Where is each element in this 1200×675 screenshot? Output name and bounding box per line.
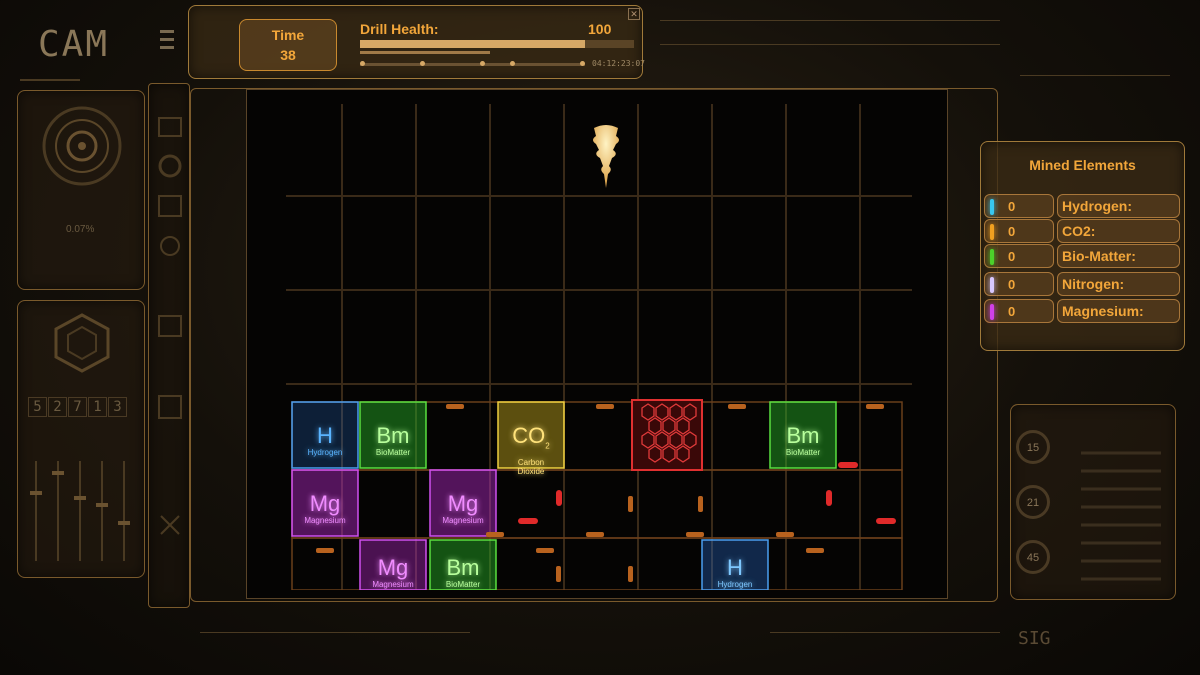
time-value: 38 [280, 47, 296, 63]
element-label: Magnesium: [1057, 299, 1180, 323]
diagnostic-lines [1081, 451, 1161, 581]
element-label: Nitrogen: [1057, 272, 1180, 296]
tile-name: BioMatter [445, 580, 481, 589]
tile-name: BioMatter [785, 448, 821, 457]
element-label: CO2: [1057, 219, 1180, 243]
timeline-dot [580, 61, 585, 66]
brand-logo: CAM [38, 24, 110, 65]
divider [20, 79, 80, 81]
tile-magnesium[interactable]: Mg Magnesium [430, 470, 496, 536]
time-box: Time 38 [239, 19, 337, 71]
count-value: 0 [1008, 249, 1016, 264]
control-panel: 52713 [17, 300, 145, 578]
color-swatch [990, 304, 994, 320]
tile-symbol: CO2 [498, 425, 564, 457]
count-value: 0 [1008, 199, 1016, 214]
tile-symbol: Mg [309, 491, 341, 516]
time-label: Time [271, 27, 305, 43]
color-swatch [990, 199, 994, 215]
tile-symbol: H [317, 423, 333, 448]
tile-magnesium[interactable]: Mg Magnesium [292, 470, 358, 536]
slider-group[interactable] [18, 451, 146, 571]
hex-icon [54, 313, 110, 373]
status-bar: Time 38 Drill Health: 100 04:12:23:07 ✕ [188, 5, 645, 79]
divider [1020, 75, 1170, 76]
tile-symbol: Mg [377, 555, 409, 580]
count-value: 0 [1008, 277, 1016, 292]
digit: 1 [88, 397, 107, 417]
count-box: 0 [984, 244, 1054, 268]
timeline-scrubber[interactable] [360, 61, 585, 66]
color-swatch [990, 224, 994, 240]
tile-symbol-main: CO [512, 423, 546, 448]
menu-icon[interactable] [160, 30, 174, 54]
tile-name: Magnesium [372, 580, 414, 589]
count-box: 0 [984, 219, 1054, 243]
mined-elements-panel: Mined Elements 0 Hydrogen: 0 CO2: 0 Bio-… [980, 141, 1185, 351]
mined-row-nitrogen: 0 Nitrogen: [984, 272, 1180, 296]
count-value: 0 [1008, 224, 1016, 239]
divider [200, 632, 470, 633]
tile-symbol: Bm [786, 423, 820, 448]
secondary-bar [360, 51, 490, 54]
digit: 3 [108, 397, 127, 417]
count-box: 0 [984, 272, 1054, 296]
radar-icon [42, 106, 122, 186]
timeline-dot [360, 61, 365, 66]
divider [770, 632, 1000, 633]
element-label: Bio-Matter: [1057, 244, 1180, 268]
drill-health-label: Drill Health: [360, 21, 439, 37]
color-swatch [990, 249, 994, 265]
tile-hydrogen[interactable]: H Hydrogen [292, 402, 358, 468]
digit: 5 [28, 397, 47, 417]
element-label: Hydrogen: [1057, 194, 1180, 218]
tile-name: BioMatter [375, 448, 411, 457]
divider [660, 20, 1000, 21]
tile-carbon-dioxide[interactable]: CO2 Carbon Dioxide [498, 402, 564, 477]
count-box: 0 [984, 194, 1054, 218]
tile-name: Magnesium [304, 516, 346, 525]
count-value: 0 [1008, 304, 1016, 319]
tile-symbol: Mg [447, 491, 479, 516]
percent-readout: 0.07% [66, 224, 95, 235]
tile-name: Magnesium [442, 516, 484, 525]
tool-icons [158, 117, 182, 535]
timeline-dot [510, 61, 515, 66]
tile-biomatter[interactable]: Bm BioMatter [430, 540, 496, 590]
tile-name: Hydrogen [307, 448, 343, 457]
tile-symbol: H [727, 555, 743, 580]
tile-magnesium[interactable]: Mg Magnesium [360, 540, 426, 590]
mined-row-hydrogen: 0 Hydrogen: [984, 194, 1180, 218]
timeline-dot [480, 61, 485, 66]
tile-symbol-sub: 2 [545, 441, 550, 451]
digit: 2 [48, 397, 67, 417]
divider [660, 44, 1000, 45]
tile-name: Carbon Dioxide [517, 458, 545, 477]
mined-row-co2: 0 CO2: [984, 219, 1180, 243]
drill-health-value: 100 [588, 21, 612, 37]
color-swatch [990, 277, 994, 293]
close-icon[interactable]: ✕ [628, 8, 640, 20]
timestamp: 04:12:23:07 [592, 59, 645, 68]
mined-elements-title: Mined Elements [1029, 157, 1136, 173]
tile-hydrogen[interactable]: H Hydrogen [702, 540, 768, 590]
mined-row-bio-matter: 0 Bio-Matter: [984, 244, 1180, 268]
digit-counter: 52713 [28, 397, 128, 417]
sig-label: SIG [1018, 628, 1051, 649]
count-box: 0 [984, 299, 1054, 323]
digit: 7 [68, 397, 87, 417]
tile-biomatter[interactable]: Bm BioMatter [770, 402, 836, 468]
drill-icon [593, 125, 619, 188]
tool-column [148, 83, 190, 608]
mined-row-magnesium: 0 Magnesium: [984, 299, 1180, 323]
drill-health-fill [360, 40, 585, 48]
diagnostics-panel: 15 21 45 [1010, 404, 1176, 600]
timeline-dot [420, 61, 425, 66]
tile-symbol: Bm [376, 423, 410, 448]
radar-panel: 0.07% [17, 90, 145, 290]
tile-biomatter[interactable]: Bm BioMatter [360, 402, 426, 468]
drill-health-bar [360, 40, 634, 48]
tile-name: Hydrogen [717, 580, 753, 589]
tile-symbol: Bm [446, 555, 480, 580]
